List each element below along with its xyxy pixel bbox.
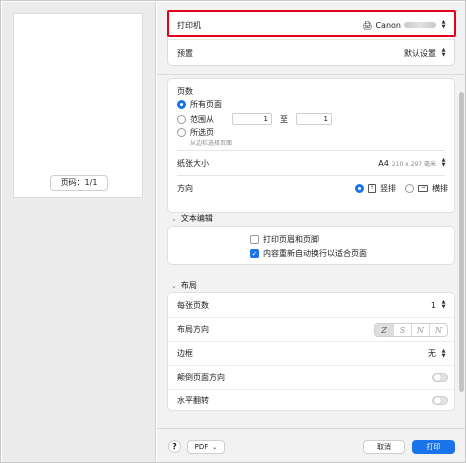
- direction-z-icon[interactable]: Z: [375, 323, 393, 336]
- option-range[interactable]: 范围从 1 至 1: [177, 113, 332, 125]
- border-label: 边框: [177, 349, 193, 358]
- pdf-label: PDF: [194, 443, 209, 451]
- option-rewrap[interactable]: ✓ 内容重新自动换行以适合页面: [250, 248, 367, 259]
- flip-horizontal-label: 水平翻转: [177, 396, 209, 405]
- paper-size-dims: 210 x 297 毫米: [391, 160, 436, 168]
- radio-selection[interactable]: [177, 128, 186, 137]
- checkbox-print-headers[interactable]: [250, 235, 259, 244]
- preset-select[interactable]: 默认设置 ▲ ▼: [404, 47, 448, 59]
- paper-size-select[interactable]: A4 210 x 297 毫米 ▲ ▼: [378, 157, 448, 169]
- paper-size-label: 纸张大小: [177, 158, 209, 168]
- border-select[interactable]: 无 ▲ ▼: [428, 348, 448, 360]
- scrollbar[interactable]: [459, 92, 464, 392]
- printer-label: 打印机: [177, 20, 201, 30]
- chevron-updown-icon: ▲ ▼: [441, 347, 446, 359]
- pages-per-sheet-row[interactable]: 每张页数 1 ▲ ▼: [168, 293, 454, 317]
- printer-name: Canon: [375, 20, 401, 30]
- layout-direction-row: 布局方向 Z S N N: [168, 317, 454, 341]
- flip-horizontal-row: 水平翻转: [168, 389, 454, 411]
- chevron-updown-icon: ▲ ▼: [441, 47, 446, 58]
- preset-label: 预置: [177, 48, 193, 58]
- all-pages-label: 所有页面: [190, 100, 222, 109]
- printer-row[interactable]: 打印机 🖨 Canon ▲ ▼: [168, 11, 454, 39]
- page-indicator: 页码：1/1: [50, 175, 108, 191]
- chevron-updown-icon: ▲ ▼: [441, 299, 446, 310]
- direction-s-icon[interactable]: S: [393, 323, 411, 336]
- selection-label: 所选页: [190, 128, 214, 137]
- portrait-label: 竖排: [380, 183, 396, 193]
- pages-per-sheet-label: 每张页数: [177, 300, 209, 310]
- range-from-field[interactable]: 1: [232, 113, 272, 125]
- border-row[interactable]: 边框 无 ▲ ▼: [168, 341, 454, 365]
- page-preview[interactable]: 页码：1/1: [13, 13, 143, 198]
- reverse-orientation-row: 颠倒页面方向: [168, 365, 454, 389]
- portrait-icon: ↑: [368, 183, 376, 193]
- pages-per-sheet-select[interactable]: 1 ▲ ▼: [431, 299, 448, 311]
- paper-size-value: A4: [378, 158, 389, 168]
- printer-name-obscured: [404, 22, 436, 28]
- option-selection[interactable]: 所选页: [177, 127, 214, 138]
- settings-scroll-area[interactable]: 页数 所有页面 范围从 1 至 1 所选页 从边栏选择页面 纸张大小 A4 21…: [157, 74, 465, 428]
- print-dialog: 页码：1/1 打印机 🖨 Canon ▲ ▼ 预置 默认设置 ▲ ▼ 页数 所有…: [0, 0, 466, 463]
- paper-size-row[interactable]: 纸张大小 A4 210 x 297 毫米 ▲ ▼: [168, 151, 454, 175]
- text-edit-section-header[interactable]: ⌄ 文本编辑: [171, 213, 213, 224]
- direction-n-reverse-icon[interactable]: N: [429, 323, 447, 336]
- layout-section-header[interactable]: ⌄ 布局: [171, 280, 197, 291]
- selection-hint: 从边栏选择页面: [190, 140, 233, 147]
- pdf-menu-button[interactable]: PDF ⌄: [187, 440, 225, 454]
- chevron-down-icon: ⌄: [212, 443, 218, 451]
- checkbox-rewrap[interactable]: ✓: [250, 249, 259, 258]
- printer-select[interactable]: 🖨 Canon ▲ ▼: [362, 19, 448, 31]
- layout-card: 每张页数 1 ▲ ▼ 布局方向 Z S N N 边框 无 ▲ ▼ 颠倒页面方向 …: [167, 292, 455, 411]
- radio-landscape[interactable]: [405, 183, 414, 193]
- print-headers-label: 打印页眉和页脚: [263, 235, 319, 244]
- range-to-label: 至: [280, 114, 288, 124]
- printer-icon: 🖨: [362, 20, 373, 30]
- print-button[interactable]: 打印: [412, 440, 455, 454]
- text-edit-card: 打印页眉和页脚 ✓ 内容重新自动换行以适合页面: [167, 226, 455, 265]
- reverse-orientation-toggle[interactable]: [432, 373, 448, 382]
- orientation-row: 方向 ↑ 竖排 → 横排: [168, 176, 454, 200]
- pages-title: 页数: [177, 87, 193, 96]
- option-print-headers[interactable]: 打印页眉和页脚: [250, 234, 319, 245]
- pages-per-sheet-value: 1: [430, 300, 436, 310]
- range-label: 范围从: [190, 114, 214, 124]
- landscape-icon: →: [418, 184, 428, 192]
- cancel-button[interactable]: 取消: [363, 440, 405, 454]
- flip-horizontal-toggle[interactable]: [432, 396, 448, 405]
- orientation-label: 方向: [177, 183, 193, 193]
- chevron-down-icon: ⌄: [171, 214, 177, 223]
- chevron-down-icon: ⌄: [171, 281, 177, 290]
- text-edit-title: 文本编辑: [180, 214, 213, 223]
- radio-portrait[interactable]: [355, 183, 364, 193]
- rewrap-label: 内容重新自动换行以适合页面: [263, 249, 367, 258]
- chevron-updown-icon: ▲ ▼: [441, 157, 446, 168]
- range-to-field[interactable]: 1: [296, 113, 332, 125]
- option-all-pages[interactable]: 所有页面: [177, 99, 222, 110]
- pages-card: 页数 所有页面 范围从 1 至 1 所选页 从边栏选择页面 纸张大小 A4 21…: [167, 78, 455, 213]
- chevron-updown-icon: ▲ ▼: [441, 19, 446, 30]
- border-value: 无: [428, 349, 436, 358]
- landscape-label: 横排: [432, 183, 448, 193]
- layout-title: 布局: [180, 281, 197, 290]
- preview-pane: 页码：1/1: [2, 2, 156, 462]
- help-button[interactable]: ?: [168, 440, 181, 453]
- direction-n-icon[interactable]: N: [411, 323, 429, 336]
- printer-preset-box: 打印机 🖨 Canon ▲ ▼ 预置 默认设置 ▲ ▼: [167, 10, 455, 66]
- preset-row[interactable]: 预置 默认设置 ▲ ▼: [168, 39, 454, 66]
- layout-direction-segmented[interactable]: Z S N N: [374, 322, 448, 337]
- reverse-orientation-label: 颠倒页面方向: [177, 373, 225, 382]
- layout-direction-label: 布局方向: [177, 325, 209, 334]
- dialog-footer: ? PDF ⌄ 取消 打印: [157, 428, 465, 462]
- settings-pane: 打印机 🖨 Canon ▲ ▼ 预置 默认设置 ▲ ▼ 页数 所有页面 范围从 …: [157, 2, 465, 462]
- radio-range[interactable]: [177, 114, 186, 124]
- preset-value: 默认设置: [404, 48, 436, 58]
- radio-all-pages[interactable]: [177, 100, 186, 109]
- orientation-options: ↑ 竖排 → 横排: [355, 183, 448, 194]
